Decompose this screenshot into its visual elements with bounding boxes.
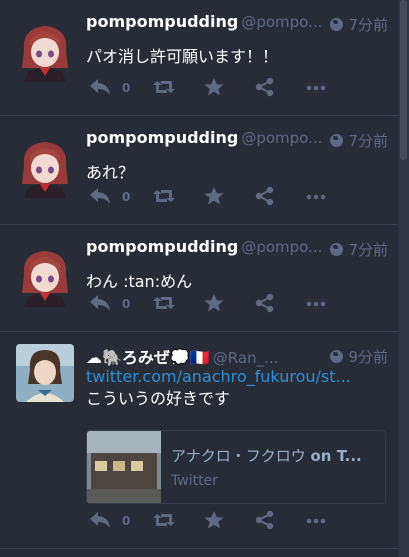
status-content: パオ消し許可願います！！ (86, 47, 279, 66)
boost-icon[interactable] (151, 510, 177, 532)
globe-icon (330, 18, 344, 31)
status-content: あれ？ (86, 163, 135, 182)
more-icon[interactable] (305, 510, 327, 532)
scrollbar-thumb[interactable] (400, 0, 407, 160)
status-actions: 0 (88, 510, 328, 532)
globe-icon (330, 134, 344, 147)
reply-count: 0 (122, 514, 131, 528)
account-handle[interactable]: @pompo... (241, 238, 322, 256)
status[interactable]: ☁🐘ろみぜ💭🇫🇷 @Ran_... 9分前 twitter.com/anachro… (0, 332, 398, 549)
reply-count: 0 (122, 190, 131, 204)
status-actions: 0 (88, 77, 328, 99)
status[interactable]: pompompudding @pompo... 7分前 わん :tan:めん 0 (0, 225, 398, 332)
avatar[interactable] (16, 344, 74, 402)
status-link[interactable]: twitter.com/anachro_fukurou/st... (86, 366, 351, 388)
status-content: twitter.com/anachro_fukurou/st... こういうの好… (86, 366, 351, 410)
globe-icon (330, 243, 344, 256)
share-icon[interactable] (254, 510, 276, 532)
avatar[interactable] (16, 136, 74, 198)
time-label: 9分前 (348, 348, 388, 366)
favourite-icon[interactable] (203, 510, 225, 532)
reply-icon[interactable] (88, 293, 112, 315)
card-provider: Twitter (171, 473, 218, 489)
more-icon[interactable] (305, 186, 327, 208)
favourite-icon[interactable] (203, 293, 225, 315)
globe-icon (330, 350, 344, 363)
status-text: こういうの好きです (86, 389, 231, 408)
card-title-text: アナクロ・フクロウ (171, 447, 306, 465)
status-actions: 0 (88, 293, 328, 315)
status[interactable]: pompompudding @pompo... 7分前 あれ？ 0 (0, 116, 398, 225)
account-handle[interactable]: @pompo... (241, 13, 322, 31)
status-header: pompompudding @pompo... 7分前 (86, 128, 388, 152)
reply-count: 0 (122, 297, 131, 311)
favourite-icon[interactable] (203, 186, 225, 208)
link-preview-card[interactable]: アナクロ・フクロウ on T... Twitter (86, 430, 386, 504)
display-name[interactable]: pompompudding (86, 12, 238, 31)
status-content: わん :tan:めん (86, 272, 193, 291)
card-title-suffix: on T... (310, 447, 362, 465)
time-label: 7分前 (348, 16, 388, 34)
card-title: アナクロ・フクロウ on T... (171, 445, 362, 466)
status-time[interactable]: 7分前 (330, 239, 388, 260)
boost-icon[interactable] (151, 77, 177, 99)
favourite-icon[interactable] (203, 77, 225, 99)
display-name[interactable]: ☁🐘ろみぜ💭🇫🇷 (86, 348, 210, 367)
status-time[interactable]: 7分前 (330, 130, 388, 151)
share-icon[interactable] (254, 293, 276, 315)
status-actions: 0 (88, 186, 328, 208)
timeline: pompompudding @pompo... 7分前 パオ消し許可願います！！ … (0, 0, 398, 557)
card-thumbnail (87, 431, 161, 503)
reply-icon[interactable] (88, 77, 112, 99)
status-time[interactable]: 9分前 (330, 346, 388, 367)
status-time[interactable]: 7分前 (330, 14, 388, 35)
time-label: 7分前 (348, 241, 388, 259)
boost-icon[interactable] (151, 186, 177, 208)
display-name[interactable]: pompompudding (86, 237, 238, 256)
reply-count: 0 (122, 81, 131, 95)
scrollbar[interactable] (398, 0, 409, 557)
share-icon[interactable] (254, 77, 276, 99)
more-icon[interactable] (305, 77, 327, 99)
avatar[interactable] (16, 245, 74, 307)
boost-icon[interactable] (151, 293, 177, 315)
status-header: pompompudding @pompo... 7分前 (86, 237, 388, 261)
avatar[interactable] (16, 20, 74, 82)
reply-icon[interactable] (88, 510, 112, 532)
reply-icon[interactable] (88, 186, 112, 208)
time-label: 7分前 (348, 132, 388, 150)
status-header: ☁🐘ろみぜ💭🇫🇷 @Ran_... 9分前 (86, 344, 388, 368)
status[interactable]: pompompudding @pompo... 7分前 パオ消し許可願います！！ … (0, 0, 398, 116)
more-icon[interactable] (305, 293, 327, 315)
display-name[interactable]: pompompudding (86, 128, 238, 147)
status-header: pompompudding @pompo... 7分前 (86, 12, 388, 36)
account-handle[interactable]: @Ran_... (213, 349, 279, 367)
account-handle[interactable]: @pompo... (241, 129, 322, 147)
share-icon[interactable] (254, 186, 276, 208)
